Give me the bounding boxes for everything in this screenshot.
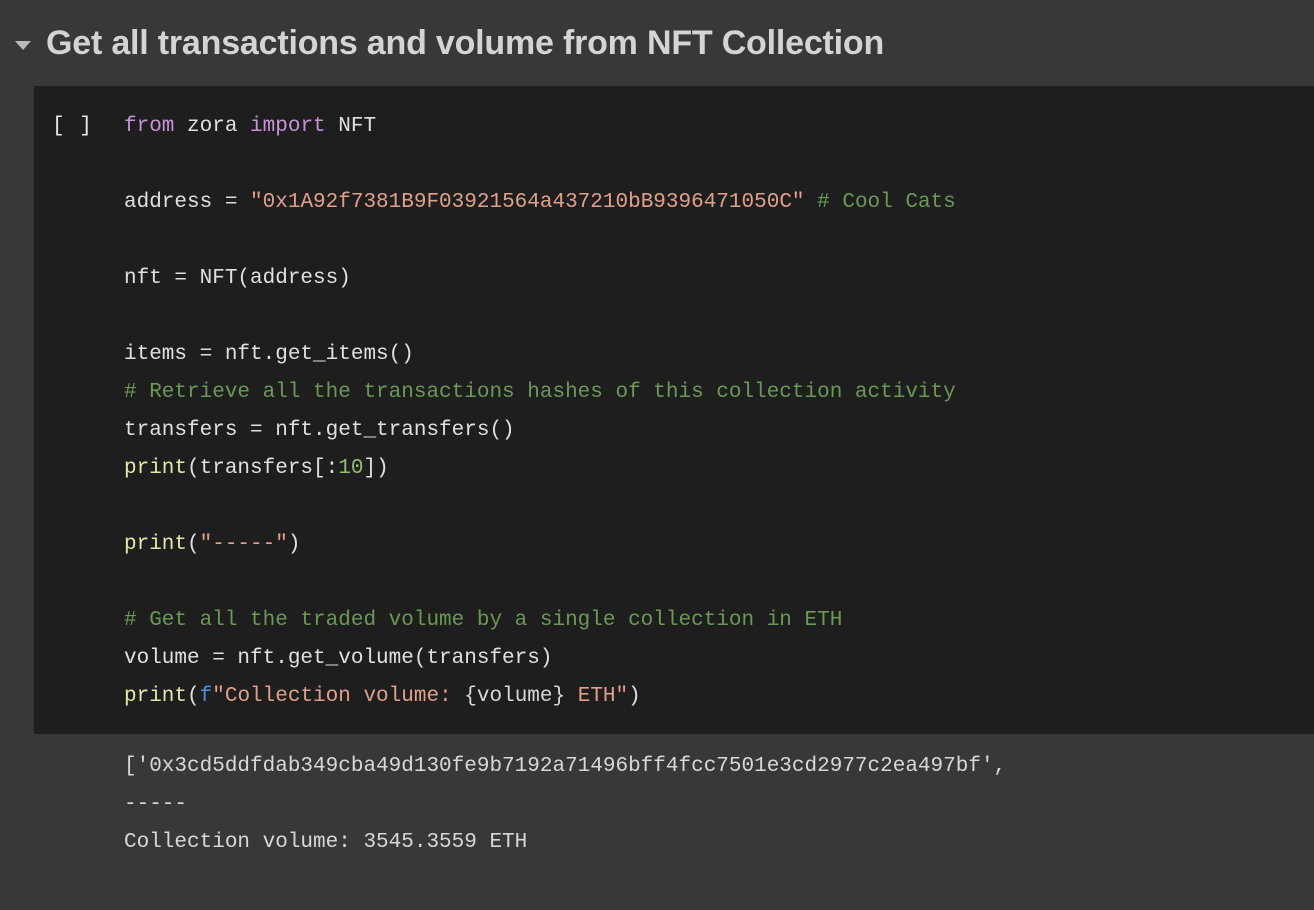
code-token: ]): [363, 457, 389, 480]
code-token: ): [628, 685, 641, 708]
code-line: # Get all the traded volume by a single …: [124, 602, 1304, 640]
code-token: # Retrieve all the transactions hashes o…: [124, 381, 956, 404]
code-token: "-----": [199, 533, 288, 556]
code-token: "Collection volume:: [212, 685, 465, 708]
code-token: (: [187, 685, 200, 708]
code-token: items = nft.get_items(): [124, 343, 414, 366]
caret-down-icon[interactable]: [8, 30, 38, 60]
code-editor[interactable]: from zora import NFT address = "0x1A92f7…: [124, 108, 1314, 716]
code-line: volume = nft.get_volume(transfers): [124, 640, 1304, 678]
code-line: from zora import NFT: [124, 108, 1304, 146]
code-token: volume = nft.get_volume(transfers): [124, 647, 553, 670]
code-line: nft = NFT(address): [124, 260, 1304, 298]
notebook-page: Get all transactions and volume from NFT…: [0, 0, 1314, 862]
code-token: {volume}: [464, 685, 566, 708]
code-line: # Retrieve all the transactions hashes o…: [124, 374, 1304, 412]
code-token: import: [250, 115, 326, 138]
code-token: nft = NFT(address): [124, 267, 351, 290]
code-token: print: [124, 533, 188, 556]
code-line: print("-----"): [124, 526, 1304, 564]
code-token: 10: [338, 457, 364, 480]
code-token: # Get all the traded volume by a single …: [124, 609, 843, 632]
code-token: zora: [174, 115, 251, 138]
output-line: -----: [124, 793, 188, 816]
code-token: transfers = nft.get_transfers(): [124, 419, 515, 442]
code-token: # Cool Cats: [817, 191, 956, 214]
code-line: address = "0x1A92f7381B9F03921564a437210…: [124, 184, 1304, 222]
code-line: print(transfers[:10]): [124, 450, 1304, 488]
run-cell-button[interactable]: [ ]: [34, 108, 124, 146]
code-token: NFT: [325, 115, 377, 138]
code-cell[interactable]: [ ] from zora import NFT address = "0x1A…: [34, 86, 1314, 734]
code-token: from: [124, 115, 175, 138]
code-line: items = nft.get_items(): [124, 336, 1304, 374]
output-line: ['0x3cd5ddfdab349cba49d130fe9b7192a71496…: [124, 755, 1007, 778]
code-token: "0x1A92f7381B9F03921564a437210bB93964710…: [250, 191, 805, 214]
code-line: print(f"Collection volume: {volume} ETH"…: [124, 678, 1304, 716]
code-token: ): [287, 533, 301, 556]
cell-output: ['0x3cd5ddfdab349cba49d130fe9b7192a71496…: [34, 734, 1314, 862]
caret-down-glyph: [15, 40, 31, 50]
code-token: (transfers[:: [187, 457, 339, 480]
output-line: Collection volume: 3545.3559 ETH: [124, 831, 528, 854]
code-token: f: [199, 685, 213, 708]
code-token: address =: [124, 191, 251, 214]
code-line: transfers = nft.get_transfers(): [124, 412, 1304, 450]
section-header: Get all transactions and volume from NFT…: [0, 0, 1314, 86]
code-token: (: [187, 533, 200, 556]
code-token: print: [124, 457, 188, 480]
code-token: ETH": [565, 685, 629, 708]
code-token: print: [124, 685, 188, 708]
page-title: Get all transactions and volume from NFT…: [46, 23, 885, 62]
code-cell-body: [ ] from zora import NFT address = "0x1A…: [34, 108, 1314, 716]
